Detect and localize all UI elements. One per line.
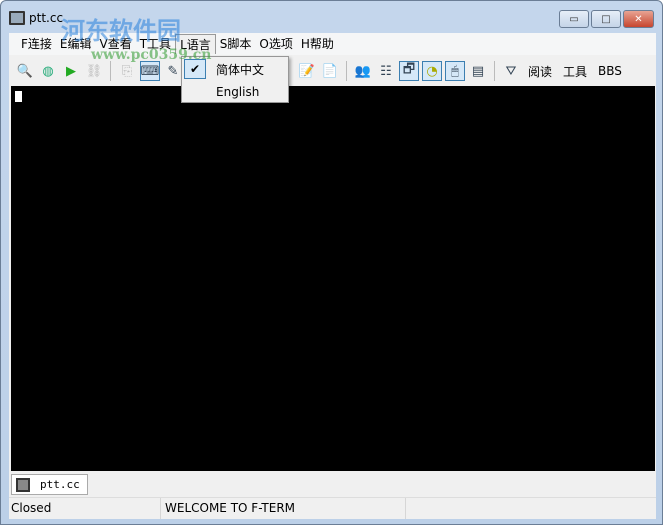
menu-help[interactable]: H帮助 bbox=[297, 34, 338, 54]
tools-button[interactable]: 工具 bbox=[559, 63, 591, 80]
edit-table-icon[interactable]: ✎ bbox=[163, 61, 183, 81]
terminal-cursor bbox=[15, 91, 22, 102]
status-message: WELCOME TO F-TERM bbox=[161, 498, 406, 519]
search-connect-icon[interactable]: 🔍 bbox=[15, 61, 35, 81]
menu-options[interactable]: O选项 bbox=[255, 34, 296, 54]
clock-icon[interactable]: ◔ bbox=[422, 61, 442, 81]
copy-icon[interactable]: ⎘ bbox=[117, 61, 137, 81]
mouse-icon[interactable]: 🖱 bbox=[445, 61, 465, 81]
minimize-button[interactable]: ▭ bbox=[559, 10, 589, 28]
list-icon[interactable]: ☷ bbox=[376, 61, 396, 81]
maximize-button[interactable]: □ bbox=[591, 10, 621, 28]
toolbar-separator bbox=[346, 61, 347, 81]
bbs-button[interactable]: BBS bbox=[594, 64, 626, 78]
keyboard-icon[interactable]: ⌨ bbox=[140, 61, 160, 81]
status-connection: Closed bbox=[9, 498, 161, 519]
paste-icon[interactable]: 📄 bbox=[320, 61, 340, 81]
window-icon[interactable]: 🗗 bbox=[399, 61, 419, 81]
play-icon[interactable]: ▶ bbox=[61, 61, 81, 81]
close-button[interactable]: ✕ bbox=[623, 10, 654, 28]
language-option-english[interactable]: English bbox=[182, 81, 288, 103]
disconnect-icon[interactable]: ⛓ bbox=[84, 61, 104, 81]
read-button[interactable]: 阅读 bbox=[524, 63, 556, 80]
main-window: ptt.cc 河东软件园 www.pc0359.cn ▭ □ ✕ F连接 E编辑… bbox=[0, 0, 663, 525]
toolbar-separator bbox=[494, 61, 495, 81]
watermark-url: www.pc0359.cn bbox=[91, 47, 212, 63]
panel-icon[interactable]: ▤ bbox=[468, 61, 488, 81]
menu-edit[interactable]: E编辑 bbox=[56, 34, 96, 54]
filter-icon[interactable]: ⛛ bbox=[501, 61, 521, 81]
status-extra bbox=[406, 498, 656, 519]
session-tab-label: ptt.cc bbox=[40, 478, 80, 491]
terminal-app-icon bbox=[9, 11, 25, 25]
globe-link-icon[interactable]: ◍ bbox=[38, 61, 58, 81]
checkmark-slot bbox=[184, 82, 206, 102]
toolbar-separator bbox=[110, 61, 111, 81]
title-bar: ptt.cc bbox=[9, 7, 63, 29]
session-tab[interactable]: ptt.cc bbox=[11, 474, 88, 495]
menu-connect[interactable]: F连接 bbox=[17, 34, 56, 54]
session-tab-bar: ptt.cc bbox=[9, 473, 656, 495]
window-title: ptt.cc bbox=[29, 11, 64, 25]
users-icon[interactable]: 👥 bbox=[353, 61, 373, 81]
terminal-screen[interactable] bbox=[11, 86, 655, 471]
monitor-icon bbox=[16, 477, 30, 492]
paste-edit-icon[interactable]: 📝 bbox=[297, 61, 317, 81]
menu-script[interactable]: S脚本 bbox=[216, 34, 256, 54]
language-dropdown: ✔ 简体中文 English bbox=[181, 56, 289, 103]
status-bar: Closed WELCOME TO F-TERM bbox=[9, 497, 656, 519]
